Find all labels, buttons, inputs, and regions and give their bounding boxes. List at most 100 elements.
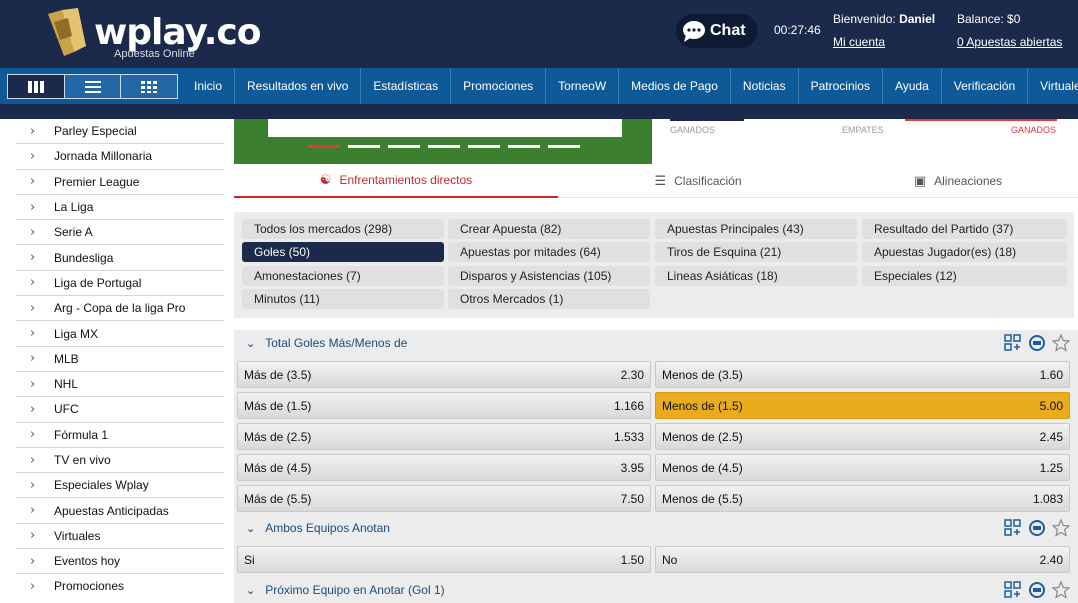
sidebar-item[interactable]: › MLB: [16, 347, 224, 372]
sidebar-item-label: Premier League: [54, 174, 140, 189]
carousel-dots: [308, 145, 588, 148]
sidebar-item[interactable]: › Liga MX: [16, 321, 224, 347]
odds-button[interactable]: Más de (4.5) 3.95: [237, 454, 651, 481]
sidebar-item[interactable]: › Serie A: [16, 220, 224, 246]
chevron-right-icon: ›: [30, 250, 36, 266]
refresh-icon[interactable]: [1028, 334, 1046, 352]
carousel-dot[interactable]: [388, 145, 420, 148]
sidebar-item[interactable]: › Arg - Copa de la liga Pro: [16, 296, 224, 322]
refresh-icon[interactable]: [1028, 581, 1046, 599]
market-filter-button[interactable]: Amonestaciones (7): [242, 265, 444, 286]
market-filter-button[interactable]: Otros Mercados (1): [448, 288, 650, 309]
market-header[interactable]: ⌄ Ambos Equipos Anotan: [234, 515, 1078, 541]
sidebar-item[interactable]: › Especiales Wplay: [16, 473, 224, 499]
market-filter-button[interactable]: Apuestas Jugador(es) (18): [862, 242, 1067, 263]
nav-item[interactable]: Medios de Pago: [618, 68, 730, 104]
chat-button[interactable]: Chat: [676, 14, 758, 48]
carousel-dot[interactable]: [348, 145, 380, 148]
carousel-dot[interactable]: [428, 145, 460, 148]
sidebar-item[interactable]: › Promociones: [16, 574, 224, 593]
refresh-icon[interactable]: [1028, 519, 1046, 537]
sidebar-item[interactable]: › Apuestas Anticipadas: [16, 498, 224, 524]
selection-label: Menos de (3.5): [662, 367, 743, 382]
market-title: Ambos Equipos Anotan: [265, 521, 390, 535]
nav-item[interactable]: TorneoW: [545, 68, 618, 104]
add-grid-icon[interactable]: [1004, 334, 1022, 352]
market-header[interactable]: ⌄ Total Goles Más/Menos de: [234, 330, 1078, 356]
chevron-right-icon: ›: [30, 452, 36, 468]
market-title: Total Goles Más/Menos de: [265, 336, 408, 350]
carousel-dot[interactable]: [508, 145, 540, 148]
view-grid-button[interactable]: [121, 75, 177, 98]
chevron-right-icon: ›: [30, 351, 36, 367]
nav-item[interactable]: Resultados en vivo: [234, 68, 360, 104]
star-icon[interactable]: [1051, 580, 1071, 599]
market-filter-button[interactable]: Goles (50): [242, 242, 444, 263]
nav-item[interactable]: Virtuales: [1027, 68, 1078, 104]
nav-item[interactable]: Patrocinios: [797, 68, 882, 104]
market-header[interactable]: ⌄ Próximo Equipo en Anotar (Gol 1): [234, 577, 1078, 603]
market-filter-button[interactable]: Lineas Asiáticas (18): [655, 265, 857, 286]
market-filter-button[interactable]: Resultado del Partido (37): [862, 219, 1067, 239]
market-filter-button[interactable]: Crear Apuesta (82): [448, 219, 650, 239]
market-filter-button[interactable]: Todos los mercados (298): [242, 219, 444, 239]
view-columns-button[interactable]: [8, 75, 65, 98]
sidebar-item[interactable]: › Jornada Millonaria: [16, 144, 224, 170]
clock: 00:27:46: [774, 23, 821, 37]
shirt-icon: ▣: [913, 173, 927, 189]
sidebar-item[interactable]: › Parley Especial: [16, 119, 224, 145]
tab-lineups[interactable]: ▣ Alineaciones: [838, 164, 1078, 198]
nav-item[interactable]: Inicio: [182, 68, 234, 104]
odds-button[interactable]: Más de (2.5) 1.533: [237, 423, 651, 450]
odds-button[interactable]: Menos de (4.5) 1.25: [655, 454, 1070, 481]
tab-standings[interactable]: ☰ Clasificación: [558, 164, 838, 198]
sidebar-item[interactable]: › Fórmula 1: [16, 423, 224, 448]
odds-button[interactable]: Más de (5.5) 7.50: [237, 485, 651, 512]
carousel-dot[interactable]: [548, 145, 580, 148]
chevron-right-icon: ›: [30, 376, 36, 392]
nav-item[interactable]: Promociones: [450, 68, 545, 104]
sidebar-item[interactable]: › UFC: [16, 397, 224, 423]
market-filter-button[interactable]: Minutos (11): [242, 288, 444, 309]
star-icon[interactable]: [1051, 333, 1071, 352]
sidebar-item[interactable]: › Bundesliga: [16, 245, 224, 271]
add-grid-icon[interactable]: [1004, 581, 1022, 599]
nav-item[interactable]: Noticias: [729, 68, 798, 104]
sidebar-item-label: Virtuales: [54, 528, 101, 543]
nav-item[interactable]: Verificación: [940, 68, 1027, 104]
tab-head-to-head[interactable]: ☯ Enfrentamientos directos: [234, 164, 558, 198]
add-grid-icon[interactable]: [1004, 519, 1022, 537]
odds-button[interactable]: Menos de (1.5) 5.00: [655, 392, 1070, 419]
open-bets-link[interactable]: 0 Apuestas abiertas: [957, 35, 1062, 49]
sidebar-item[interactable]: › TV en vivo: [16, 448, 224, 474]
market-filter-button[interactable]: Especiales (12): [862, 265, 1067, 286]
carousel-dot[interactable]: [468, 145, 500, 148]
odds-button[interactable]: Menos de (2.5) 2.45: [655, 423, 1070, 450]
sidebar-item[interactable]: › Eventos hoy: [16, 549, 224, 575]
nav-item[interactable]: Ayuda: [881, 68, 941, 104]
selection-label: No: [662, 552, 678, 567]
sidebar-item[interactable]: › Liga de Portugal: [16, 271, 224, 297]
view-list-button[interactable]: [65, 75, 122, 98]
my-account-link[interactable]: Mi cuenta: [833, 35, 885, 49]
odds-button[interactable]: Más de (1.5) 1.166: [237, 392, 651, 419]
sidebar-item-label: Liga de Portugal: [54, 275, 142, 290]
market-filter-button[interactable]: Disparos y Asistencias (105): [448, 265, 650, 286]
odds-button[interactable]: Menos de (3.5) 1.60: [655, 361, 1070, 388]
odds-button[interactable]: No 2.40: [655, 546, 1070, 573]
odds-button[interactable]: Más de (3.5) 2.30: [237, 361, 651, 388]
sidebar-item-label: MLB: [54, 351, 79, 366]
market-filter-button[interactable]: Apuestas por mitades (64): [448, 242, 650, 263]
market-filter-button[interactable]: Apuestas Principales (43): [655, 219, 857, 239]
odds-button[interactable]: Si 1.50: [237, 546, 651, 573]
sidebar-item[interactable]: › Premier League: [16, 170, 224, 195]
carousel-dot[interactable]: [308, 145, 340, 148]
sidebar-item[interactable]: › Virtuales: [16, 524, 224, 550]
market-filter-button[interactable]: Tiros de Esquina (21): [655, 242, 857, 263]
tab-label: Enfrentamientos directos: [339, 173, 473, 187]
star-icon[interactable]: [1051, 518, 1071, 537]
sidebar-item[interactable]: › La Liga: [16, 195, 224, 221]
sidebar-item[interactable]: › NHL: [16, 372, 224, 398]
nav-item[interactable]: Estadísticas: [360, 68, 450, 104]
odds-button[interactable]: Menos de (5.5) 1.083: [655, 485, 1070, 512]
